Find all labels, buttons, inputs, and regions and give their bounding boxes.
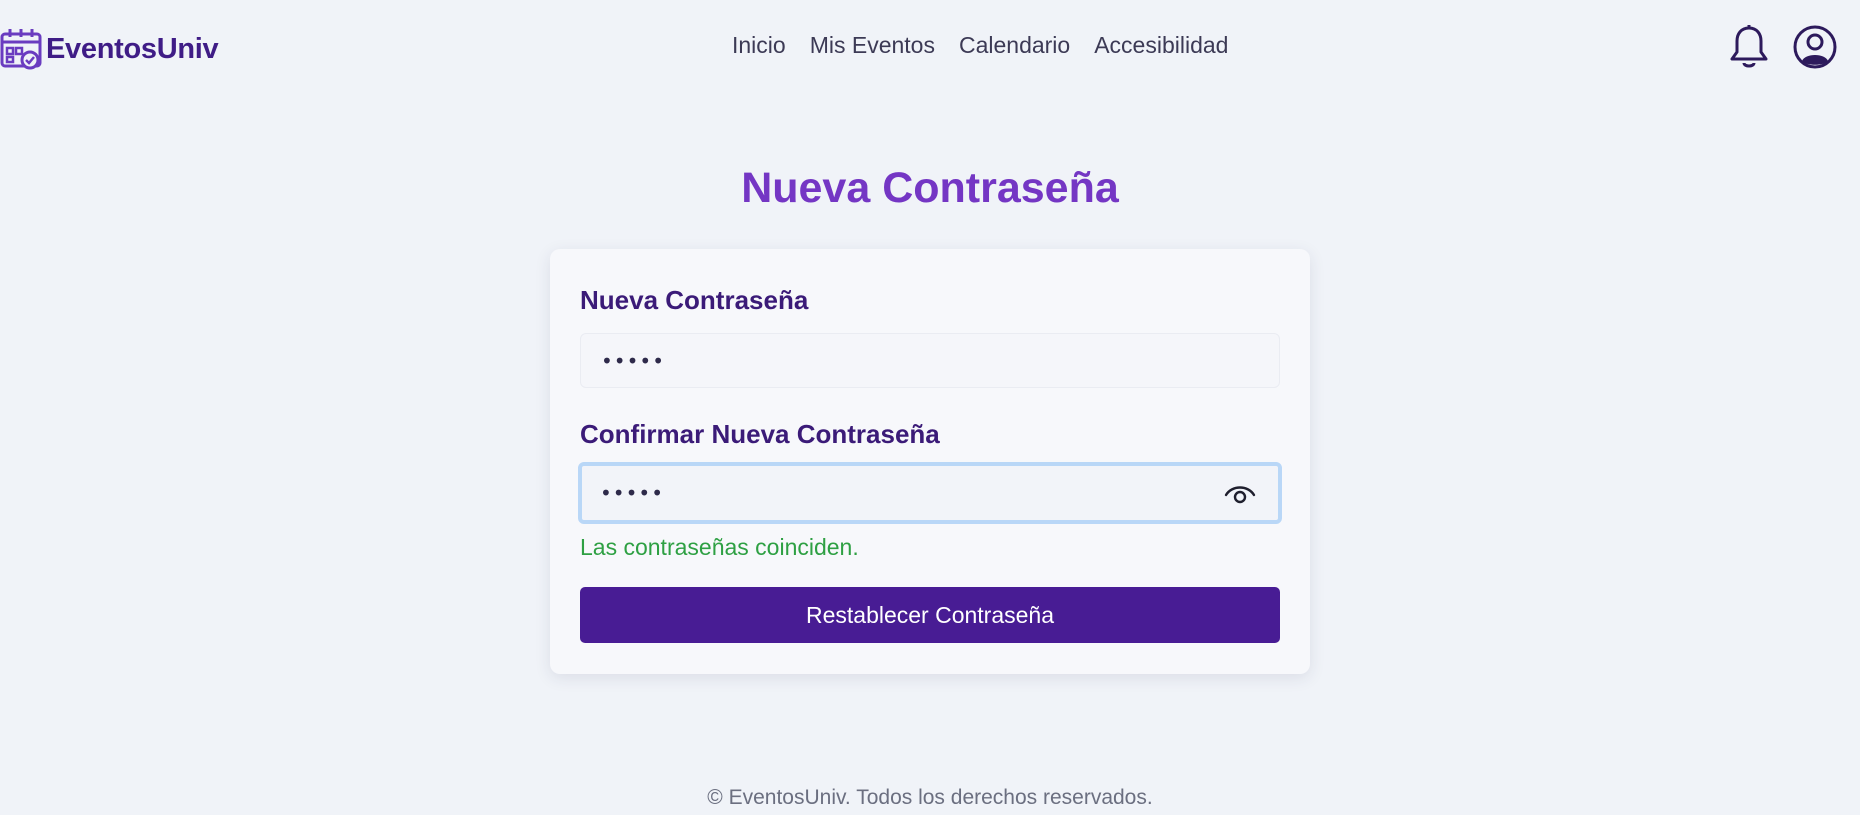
brand-logo[interactable]: EventosUniv	[0, 26, 219, 72]
brand-name: EventosUniv	[46, 32, 219, 65]
reset-password-button[interactable]: Restablecer Contraseña	[580, 587, 1280, 643]
new-password-label: Nueva Contraseña	[580, 285, 809, 315]
bell-icon[interactable]	[1728, 24, 1770, 70]
top-header: EventosUniv Inicio Mis Eventos Calendari…	[0, 0, 1860, 100]
page-title: Nueva Contraseña	[741, 164, 1119, 212]
nav-item-mis-eventos[interactable]: Mis Eventos	[810, 32, 935, 59]
new-password-field-wrapper	[580, 333, 1280, 388]
new-password-field[interactable]	[581, 334, 1279, 387]
nav-item-accesibilidad[interactable]: Accesibilidad	[1094, 32, 1228, 59]
confirm-password-field[interactable]	[582, 466, 1278, 520]
calendar-check-icon	[0, 29, 42, 70]
nav-item-calendario[interactable]: Calendario	[959, 32, 1070, 59]
footer-copyright: © EventosUniv. Todos los derechos reserv…	[707, 786, 1153, 809]
nav-item-inicio[interactable]: Inicio	[732, 32, 786, 59]
password-match-message: Las contraseñas coinciden.	[580, 534, 859, 560]
eye-icon[interactable]	[1224, 482, 1256, 506]
confirm-password-label: Confirmar Nueva Contraseña	[580, 419, 940, 449]
main-nav: Inicio Mis Eventos Calendario Accesibili…	[732, 32, 1228, 59]
user-circle-icon[interactable]	[1793, 25, 1837, 69]
password-reset-card: Nueva Contraseña Confirmar Nueva Contras…	[550, 249, 1310, 674]
confirm-password-field-wrapper	[578, 462, 1282, 524]
